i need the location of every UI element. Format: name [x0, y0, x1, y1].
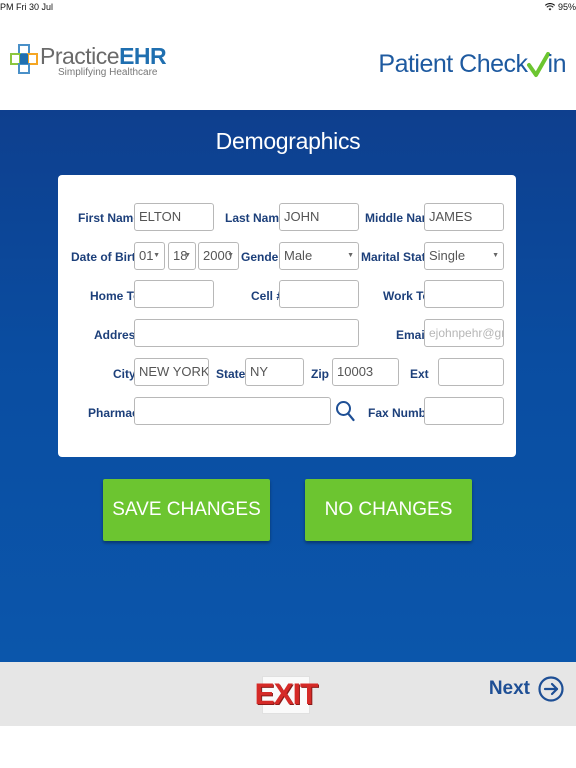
fax-number-field[interactable]	[424, 397, 504, 425]
checkmark-icon	[526, 51, 550, 77]
practice-ehr-logo: PracticeEHR Simplifying Healthcare	[10, 43, 167, 78]
app-header: PracticeEHR Simplifying Healthcare Patie…	[0, 16, 576, 110]
brand-name: PracticeEHR	[40, 43, 167, 69]
gender-select[interactable]: Male	[279, 242, 359, 270]
save-changes-button[interactable]: SAVE CHANGES	[103, 479, 270, 541]
home-tel-field[interactable]	[134, 280, 214, 308]
brand-tagline: Simplifying Healthcare	[58, 67, 158, 78]
ext-field[interactable]	[438, 358, 504, 386]
first-name-field[interactable]: ELTON	[134, 203, 214, 231]
state-label: State	[216, 367, 246, 381]
city-label: City	[113, 367, 136, 381]
city-field[interactable]: NEW YORK	[134, 358, 209, 386]
battery-percent: 95%	[557, 2, 576, 12]
exit-button[interactable]: EXIT	[255, 676, 318, 714]
address-field[interactable]	[134, 319, 359, 347]
medical-cross-icon	[10, 44, 38, 74]
zip-field[interactable]: 10003	[332, 358, 399, 386]
marital-status-select[interactable]: Single	[424, 242, 504, 270]
work-tel-field[interactable]	[424, 280, 504, 308]
middle-name-field[interactable]: JAMES	[424, 203, 504, 231]
main-panel: Demographics First Name ELTON Last Name …	[0, 110, 576, 662]
wifi-icon	[544, 3, 555, 11]
dob-month-select[interactable]: 01	[134, 242, 165, 270]
pharmacy-field[interactable]	[134, 397, 331, 425]
patient-checkin-screen: PM Fri 30 Jul 95% PracticeEHR Simplifyin…	[0, 0, 576, 768]
patient-checkin-title: Patient Check in	[378, 50, 566, 78]
arrow-right-circle-icon	[538, 676, 564, 702]
demographics-form: First Name ELTON Last Name JOHN Middle N…	[58, 175, 516, 457]
status-battery: 95%	[544, 2, 576, 12]
zip-label: Zip	[311, 367, 329, 381]
cell-field[interactable]	[279, 280, 359, 308]
email-field[interactable]: ejohnpehr@gm	[424, 319, 504, 347]
bottom-area	[0, 726, 576, 768]
dob-year-select[interactable]: 2000	[198, 242, 239, 270]
state-field[interactable]: NY	[245, 358, 304, 386]
footer-bar: EXIT Next	[0, 662, 576, 726]
next-button[interactable]: Next	[489, 676, 564, 702]
status-time: PM Fri 30 Jul	[0, 2, 54, 12]
search-icon[interactable]	[335, 400, 355, 422]
page-title: Demographics	[215, 128, 361, 154]
no-changes-button[interactable]: NO CHANGES	[305, 479, 472, 541]
last-name-field[interactable]: JOHN	[279, 203, 359, 231]
dob-day-select[interactable]: 18	[168, 242, 196, 270]
status-bar: PM Fri 30 Jul 95%	[0, 0, 576, 16]
ext-label: Ext	[410, 367, 429, 381]
next-label: Next	[488, 678, 530, 699]
